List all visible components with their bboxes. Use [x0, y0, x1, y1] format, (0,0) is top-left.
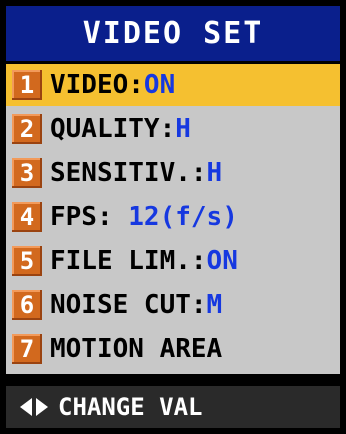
footer-hint-text: CHANGE VAL	[58, 393, 203, 421]
item-number-badge: 4	[12, 202, 42, 232]
menu-item-fps[interactable]: 4 FPS: 12(f/s)	[6, 196, 340, 238]
menu-item-video[interactable]: 1 VIDEO: ON	[6, 64, 340, 106]
menu-item-quality[interactable]: 2 QUALITY: H	[6, 108, 340, 150]
left-arrow-icon	[20, 398, 32, 416]
right-arrow-icon	[36, 398, 48, 416]
item-number-badge: 3	[12, 158, 42, 188]
item-label: SENSITIV.:	[50, 158, 207, 188]
item-value: ON	[206, 246, 238, 276]
item-number-badge: 5	[12, 246, 42, 276]
item-value: H	[206, 158, 223, 188]
item-label: MOTION AREA	[50, 334, 223, 364]
item-label: QUALITY:	[50, 114, 176, 144]
item-label: NOISE CUT:	[50, 290, 207, 320]
menu-item-file-limit[interactable]: 5 FILE LIM.: ON	[6, 240, 340, 282]
video-set-screen: VIDEO SET 1 VIDEO: ON 2 QUALITY: H 3 SENSI…	[0, 0, 346, 434]
item-number-badge: 6	[12, 290, 42, 320]
item-number-badge: 7	[12, 334, 42, 364]
menu-item-noise-cut[interactable]: 6 NOISE CUT: M	[6, 284, 340, 326]
menu-list: 1 VIDEO: ON 2 QUALITY: H 3 SENSITIV.: H 4 F…	[6, 64, 340, 374]
footer-hint-bar: CHANGE VAL	[6, 386, 340, 428]
item-number-badge: 2	[12, 114, 42, 144]
item-label: FILE LIM.:	[50, 246, 207, 276]
item-value: H	[175, 114, 191, 144]
item-label: VIDEO:	[50, 70, 144, 100]
item-value: ON	[143, 70, 176, 100]
menu-item-motion-area[interactable]: 7 MOTION AREA	[6, 328, 340, 370]
item-value: M	[206, 290, 223, 320]
menu-title: VIDEO SET	[6, 6, 340, 61]
item-label: FPS:	[50, 202, 113, 232]
menu-item-sensitivity[interactable]: 3 SENSITIV.: H	[6, 152, 340, 194]
item-value: 12(f/s)	[112, 202, 238, 232]
item-number-badge: 1	[12, 70, 42, 100]
